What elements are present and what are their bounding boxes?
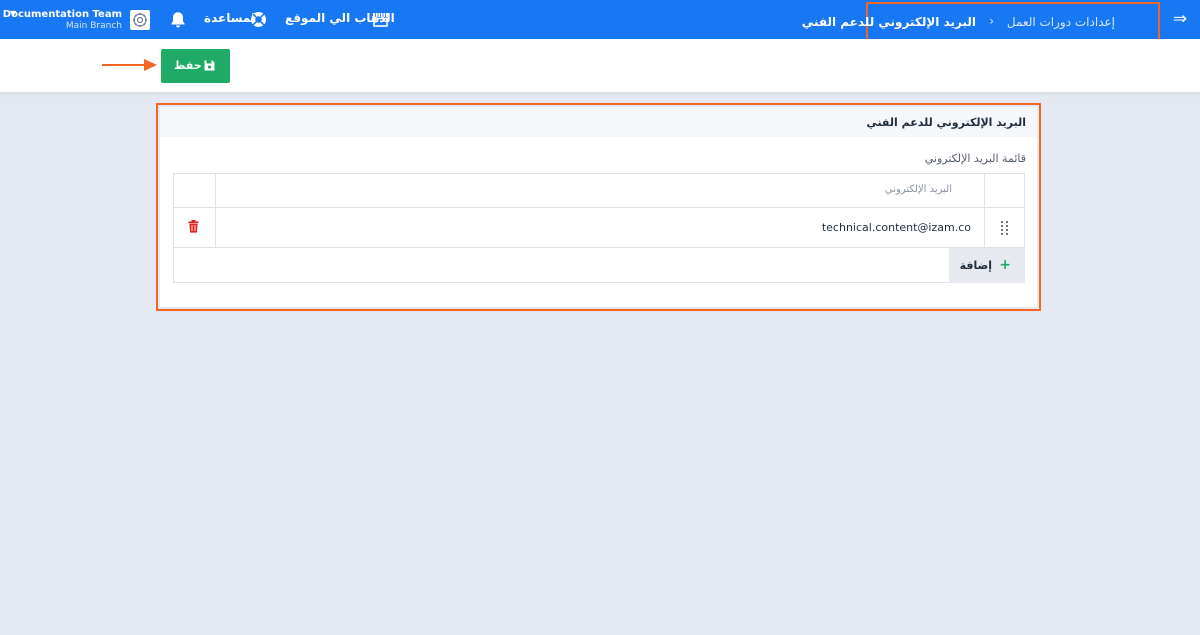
trash-icon[interactable]: [188, 220, 199, 233]
branch-name: Main Branch: [65, 21, 122, 31]
column-header-email: البريد الإلكتروني: [884, 184, 952, 195]
branch-logo-icon: [130, 10, 150, 30]
support-email-panel: البريد الإلكتروني للدعم الفني قائمة البر…: [160, 107, 1037, 307]
breadcrumb-current-page: البريد الإلكتروني للدعم الفني: [801, 15, 976, 29]
annotation-arrow-icon: [102, 59, 157, 71]
row-divider: [174, 247, 1024, 248]
breadcrumb-separator-icon: ›: [989, 14, 994, 28]
save-button[interactable]: حفظ: [161, 49, 230, 83]
lifebuoy-icon[interactable]: [250, 11, 267, 28]
action-bar: حفظ: [0, 39, 1200, 92]
add-email-button[interactable]: + إضافة: [949, 248, 1025, 283]
account-name[interactable]: Documentation Team: [3, 9, 122, 20]
floppy-disk-icon: [204, 60, 215, 71]
email-input[interactable]: [216, 208, 985, 247]
email-list-table: البريد الإلكتروني + إضافة: [173, 173, 1025, 283]
store-icon[interactable]: [372, 12, 389, 27]
top-navigation-bar: ⇒ إعدادات دورات العمل › البريد الإلكترون…: [0, 0, 1200, 41]
menu-toggle-icon[interactable]: ⇒: [1170, 10, 1190, 28]
plus-icon: +: [999, 257, 1011, 273]
email-list-label: قائمة البريد الإلكتروني: [924, 152, 1026, 165]
breadcrumb: إعدادات دورات العمل › البريد الإلكتروني …: [802, 2, 1160, 41]
panel-title: البريد الإلكتروني للدعم الفني: [866, 116, 1026, 129]
add-email-label: إضافة: [959, 259, 992, 272]
save-button-label: حفظ: [174, 59, 202, 72]
drag-handle-icon[interactable]: [999, 220, 1011, 236]
panel-header: البريد الإلكتروني للدعم الفني: [160, 107, 1037, 137]
bell-icon[interactable]: [170, 11, 186, 28]
account-dropdown-caret-icon[interactable]: ▼: [10, 9, 16, 18]
breadcrumb-parent-link[interactable]: إعدادات دورات العمل: [1007, 15, 1115, 29]
